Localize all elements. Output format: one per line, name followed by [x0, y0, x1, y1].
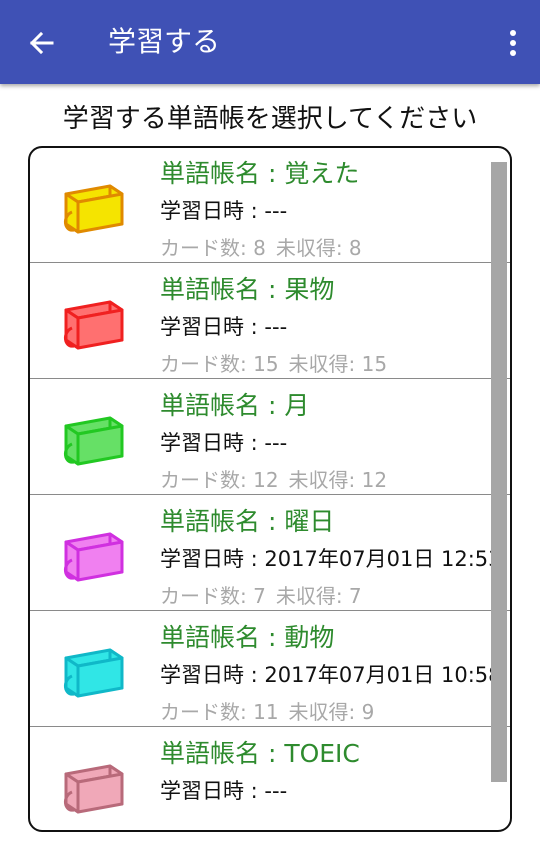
- wordbook-study-date: 学習日時 : 2017年07月01日 12:53: [160, 547, 502, 571]
- book-front: [76, 308, 124, 350]
- wordbook-row[interactable]: 単語帳名 : 覚えた 学習日時 : --- カード数: 8 未収得: 8: [30, 148, 510, 263]
- unlearned-count: 未収得: 7: [275, 584, 362, 608]
- book-front: [76, 656, 124, 698]
- wordbook-name: 単語帳名 : 月: [160, 391, 310, 420]
- wordbook-name: 単語帳名 : TOEIC: [160, 739, 360, 768]
- card-count: カード数: 8: [160, 236, 266, 260]
- book-front: [76, 540, 124, 582]
- card-count: カード数: 12: [160, 468, 279, 492]
- unlearned-count: 未収得: 15: [288, 352, 388, 376]
- book-front: [76, 772, 124, 814]
- wordbook-icon: [64, 184, 124, 234]
- book-front: [76, 192, 124, 234]
- wordbook-list[interactable]: 単語帳名 : 覚えた 学習日時 : --- カード数: 8 未収得: 8 単語帳名…: [28, 146, 512, 832]
- wordbook-name: 単語帳名 : 動物: [160, 623, 335, 652]
- more-vert-icon: [510, 30, 516, 56]
- card-count: カード数: 7: [160, 584, 266, 608]
- scrollbar[interactable]: [491, 162, 507, 782]
- overflow-menu-button[interactable]: [500, 22, 526, 64]
- wordbook-study-date: 学習日時 : ---: [160, 199, 288, 223]
- wordbook-counts: カード数: 12 未収得: 12: [160, 464, 387, 493]
- wordbook-name: 単語帳名 : 曜日: [160, 507, 335, 536]
- wordbook-row[interactable]: 単語帳名 : 曜日 学習日時 : 2017年07月01日 12:53 カード数:…: [30, 496, 510, 611]
- wordbook-counts: [160, 812, 170, 830]
- wordbook-icon: [64, 648, 124, 698]
- card-count: カード数: 15: [160, 352, 279, 376]
- wordbook-icon: [64, 764, 124, 814]
- unlearned-count: 未収得: 8: [275, 236, 362, 260]
- wordbook-row[interactable]: 単語帳名 : 動物 学習日時 : 2017年07月01日 10:58 カード数:…: [30, 612, 510, 727]
- wordbook-counts: カード数: 11 未収得: 9: [160, 696, 374, 725]
- wordbook-counts: カード数: 15 未収得: 15: [160, 348, 387, 377]
- wordbook-icon: [64, 300, 124, 350]
- arrow-left-icon: [29, 31, 54, 55]
- unlearned-count: 未収得: 12: [288, 468, 388, 492]
- wordbook-study-date: 学習日時 : ---: [160, 431, 288, 455]
- wordbook-name: 単語帳名 : 果物: [160, 275, 335, 304]
- book-front: [76, 424, 124, 466]
- wordbook-counts: カード数: 7 未収得: 7: [160, 580, 362, 609]
- wordbook-study-date: 学習日時 : 2017年07月01日 10:58: [160, 663, 502, 687]
- wordbook-row[interactable]: 単語帳名 : 果物 学習日時 : --- カード数: 15 未収得: 15: [30, 264, 510, 379]
- wordbook-row[interactable]: 単語帳名 : 月 学習日時 : --- カード数: 12 未収得: 12: [30, 380, 510, 495]
- app-bar: 学習する: [0, 0, 540, 84]
- back-button[interactable]: [20, 22, 62, 64]
- unlearned-count: 未収得: 9: [288, 700, 375, 724]
- wordbook-study-date: 学習日時 : ---: [160, 315, 288, 339]
- card-count: カード数: 11: [160, 700, 279, 724]
- page-subtitle: 学習する単語帳を選択してください: [62, 104, 478, 134]
- app-title: 学習する: [108, 25, 221, 58]
- wordbook-name: 単語帳名 : 覚えた: [160, 159, 360, 188]
- wordbook-study-date: 学習日時 : ---: [160, 779, 288, 803]
- wordbook-icon: [64, 416, 124, 466]
- wordbook-icon: [64, 532, 124, 582]
- wordbook-counts: カード数: 8 未収得: 8: [160, 232, 362, 261]
- wordbook-row[interactable]: 単語帳名 : TOEIC 学習日時 : ---: [30, 728, 510, 830]
